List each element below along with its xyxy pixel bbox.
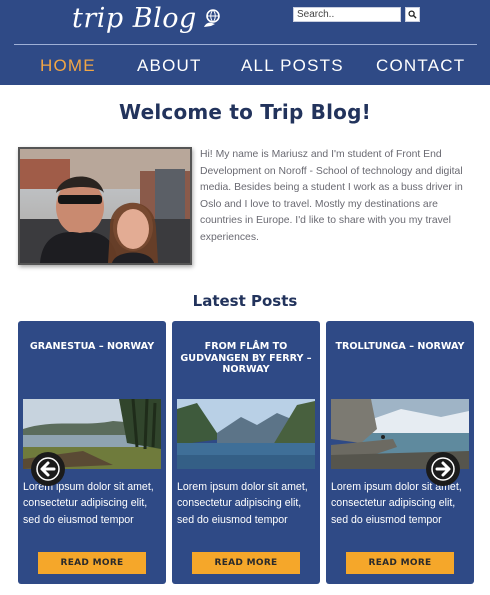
nav-contact[interactable]: CONTACT (376, 56, 465, 76)
logo-text: trip Blog (72, 2, 197, 34)
about-photo (18, 147, 192, 265)
post-card[interactable]: FROM FLÅM TO GUDVANGEN BY FERRY – NORWAY… (172, 321, 320, 584)
search-button[interactable] (405, 7, 420, 22)
search-icon (408, 10, 417, 19)
selfie-photo (20, 149, 190, 263)
post-excerpt: Lorem ipsum dolor sit amet, consectetur … (23, 481, 154, 526)
post-excerpt: Lorem ipsum dolor sit amet, consectetur … (331, 481, 462, 526)
read-more-button[interactable]: READ MORE (346, 552, 454, 574)
carousel-next-button[interactable] (426, 452, 460, 486)
page-title: Welcome to Trip Blog! (119, 100, 371, 124)
about-text: Hi! My name is Mariusz and I'm student o… (200, 149, 463, 243)
post-title: FROM FLÅM TO GUDVANGEN BY FERRY – NORWAY (180, 341, 312, 376)
read-more-button[interactable]: READ MORE (38, 552, 146, 574)
nav-all-posts[interactable]: ALL POSTS (241, 56, 344, 76)
globe-hand-icon (203, 9, 220, 27)
header-divider (14, 44, 477, 45)
post-title: TROLLTUNGA – NORWAY (335, 341, 465, 352)
read-more-button[interactable]: READ MORE (192, 552, 300, 574)
arrow-left-icon (36, 457, 60, 481)
arrow-right-icon (431, 457, 455, 481)
carousel-prev-button[interactable] (31, 452, 65, 486)
latest-posts-title: Latest Posts (192, 292, 298, 310)
site-logo[interactable]: trip Blog (72, 0, 223, 36)
nav-home[interactable]: HOME (40, 56, 96, 76)
post-image (177, 399, 315, 469)
nav-about[interactable]: ABOUT (137, 56, 202, 76)
post-excerpt: Lorem ipsum dolor sit amet, consectetur … (177, 481, 308, 526)
search-bar (293, 7, 420, 22)
post-card[interactable]: TROLLTUNGA – NORWAY Lorem ipsum dolor si… (326, 321, 474, 584)
post-title: GRANESTUA – NORWAY (29, 341, 155, 352)
search-input[interactable] (293, 7, 401, 22)
main-nav: HOME ABOUT ALL POSTS CONTACT (0, 52, 490, 80)
site-header: trip Blog HOME ABOUT ALL POSTS CONTACT (0, 0, 490, 85)
